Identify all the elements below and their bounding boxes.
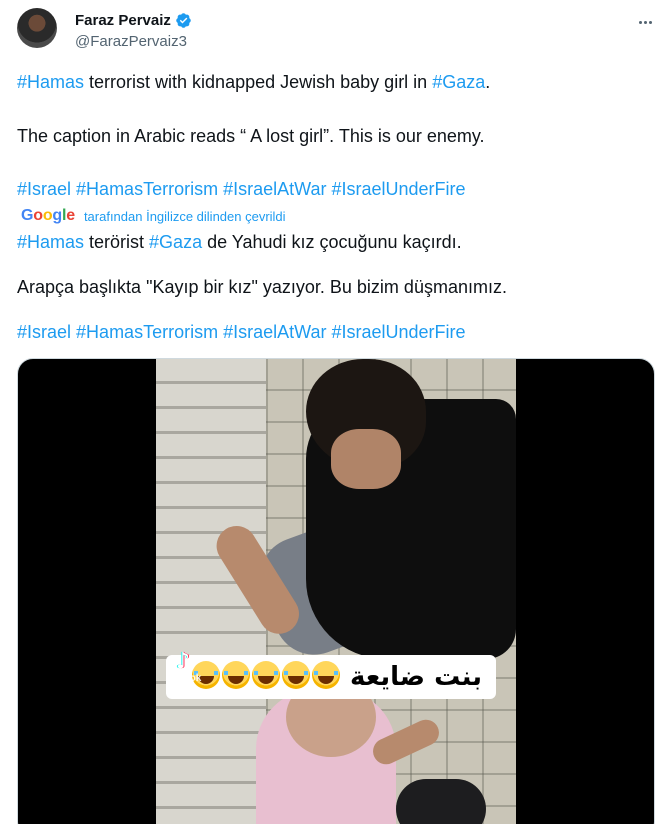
verified-badge-icon <box>176 13 191 28</box>
laughing-tears-emoji-icon <box>312 661 340 689</box>
hashtag-link[interactable]: #HamasTerrorism <box>76 179 218 199</box>
translated-line-1: #Hamas terörist #Gaza de Yahudi kız çocu… <box>17 231 462 253</box>
video-frame: بنت ضايعة ♪ TikTok <box>156 359 516 824</box>
arabic-caption: بنت ضايعة <box>349 662 482 692</box>
tweet-line-2: The caption in Arabic reads “ A lost gir… <box>17 126 485 146</box>
hashtag-link[interactable]: #Gaza <box>432 72 485 92</box>
tweet-header: Faraz Pervaiz @FarazPervaiz3 <box>17 8 657 56</box>
hashtag-link[interactable]: #IsraelUnderFire <box>331 179 465 199</box>
hashtag-link[interactable]: #Israel <box>17 322 71 342</box>
hashtag-link[interactable]: #IsraelAtWar <box>223 179 326 199</box>
laughing-tears-emoji-icon <box>252 661 280 689</box>
hashtag-link[interactable]: #Hamas <box>17 72 84 92</box>
laughing-tears-emoji-icon <box>282 661 310 689</box>
video-figure-shoe <box>396 779 486 824</box>
translation-attribution[interactable]: Google tarafından İngilizce dilinden çev… <box>21 206 286 226</box>
tiktok-logo-icon: ♪ <box>176 649 191 674</box>
translated-line-2: Arapça başlıkta "Kayıp bir kız" yazıyor.… <box>17 277 507 297</box>
hashtag-link[interactable]: #IsraelAtWar <box>223 322 326 342</box>
author-handle[interactable]: @FarazPervaiz3 <box>75 33 187 50</box>
author-name-row[interactable]: Faraz Pervaiz <box>75 12 192 29</box>
tweet-line-1: #Hamas terrorist with kidnapped Jewish b… <box>17 71 490 93</box>
hashtag-link[interactable]: #Gaza <box>149 232 202 252</box>
video-player[interactable]: بنت ضايعة ♪ TikTok <box>17 358 655 824</box>
tiktok-label: TikTok <box>170 673 202 684</box>
translated-hashtags: #Israel #HamasTerrorism #IsraelAtWar #Is… <box>17 321 466 343</box>
laughing-emoji-row <box>192 661 340 689</box>
video-figure-face <box>331 429 401 489</box>
more-options-icon[interactable] <box>633 12 657 32</box>
hashtag-link[interactable]: #HamasTerrorism <box>76 322 218 342</box>
video-caption-overlay: بنت ضايعة <box>166 655 496 699</box>
google-logo-icon: Google <box>21 207 75 224</box>
author-name[interactable]: Faraz Pervaiz <box>75 12 171 29</box>
tweet-hashtags: #Israel #HamasTerrorism #IsraelAtWar #Is… <box>17 178 466 200</box>
translation-label[interactable]: tarafından İngilizce dilinden çevrildi <box>84 209 286 224</box>
laughing-tears-emoji-icon <box>222 661 250 689</box>
tiktok-watermark: ♪ TikTok <box>168 649 202 699</box>
author-avatar[interactable] <box>17 8 57 48</box>
tweet-text: terrorist with kidnapped Jewish baby gir… <box>84 72 433 92</box>
translated-text: terörist <box>84 232 150 252</box>
hashtag-link[interactable]: #IsraelUnderFire <box>331 322 465 342</box>
tweet-text: . <box>485 72 491 92</box>
hashtag-link[interactable]: #Israel <box>17 179 71 199</box>
translated-text: de Yahudi kız çocuğunu kaçırdı. <box>202 232 462 252</box>
hashtag-link[interactable]: #Hamas <box>17 232 84 252</box>
